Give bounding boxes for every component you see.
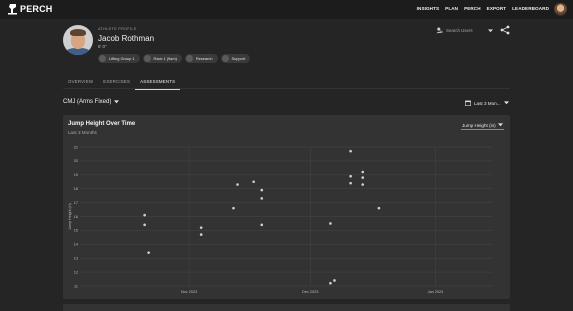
- data-point: [329, 222, 332, 225]
- jump-height-card: Jump Height Over Time Last 3 Months Jump…: [63, 115, 510, 299]
- date-range-select[interactable]: Last 3 Mon...: [465, 100, 509, 106]
- y-tick-label: 16: [74, 215, 78, 219]
- chip-lifting-group[interactable]: Lifting Group 1: [98, 54, 140, 63]
- data-point: [361, 176, 365, 179]
- athlete-name: Jacob Rothman: [98, 34, 155, 43]
- y-tick-label: 14: [74, 243, 78, 247]
- metric-select-value: CMJ (Arms Fixed): [63, 99, 112, 105]
- main-nav: INSIGHTS PLAN PERCH EXPORT LEADERBOARD: [417, 6, 549, 11]
- data-point: [260, 188, 264, 192]
- y-tick-label: 12: [74, 270, 78, 274]
- data-point: [361, 170, 365, 174]
- chip-label: Rack 1 (9am): [153, 56, 177, 61]
- data-point: [199, 233, 203, 236]
- x-tick-label: Nov 2023: [181, 290, 197, 294]
- brand-logo[interactable]: PERCH: [8, 3, 53, 15]
- nav-perch[interactable]: PERCH: [464, 6, 481, 11]
- data-point: [349, 181, 352, 185]
- data-point: [377, 206, 381, 210]
- data-point: [329, 281, 332, 285]
- data-point: [147, 251, 150, 254]
- profile-role-label: ATHLETE PROFILE: [98, 27, 137, 31]
- group-chips: Lifting Group 1 Rack 1 (9am) Research Su…: [98, 54, 251, 63]
- nav-leaderboard[interactable]: LEADERBOARD: [512, 6, 549, 11]
- next-card: [63, 304, 510, 311]
- chip-rack[interactable]: Rack 1 (9am): [142, 54, 182, 63]
- group-icon: [99, 55, 106, 62]
- scatter-chart: 11 12 13 14 15 16 17 18 19 20 21 Nov 2023 Dec 2023 Ja…: [68, 145, 492, 294]
- y-axis-label: Jump Height (in): [68, 203, 72, 229]
- data-point: [236, 183, 239, 186]
- tab-divider: [63, 88, 510, 89]
- search-users-select[interactable]: Search Users: [436, 25, 493, 36]
- nav-plan[interactable]: PLAN: [445, 6, 458, 11]
- data-point: [349, 149, 352, 153]
- y-tick-label: 21: [74, 145, 78, 149]
- data-point: [260, 197, 264, 200]
- y-tick-label: 18: [74, 187, 78, 191]
- athlete-avatar: [63, 25, 93, 55]
- y-tick-label: 11: [74, 284, 78, 288]
- x-tick-label: Jan 2024: [428, 290, 444, 294]
- chevron-down-icon: [488, 28, 493, 32]
- x-tick-label: Dec 2023: [302, 290, 318, 294]
- data-point: [143, 223, 146, 227]
- y-tick-label: 13: [74, 257, 78, 261]
- y-tick-label: 20: [74, 159, 78, 163]
- data-point: [361, 183, 365, 186]
- data-point: [333, 279, 336, 282]
- chip-label: Support: [231, 56, 246, 61]
- y-tick-label: 19: [74, 173, 78, 177]
- data-point: [252, 180, 255, 184]
- athlete-height: 6' 0": [98, 44, 107, 49]
- group-icon: [221, 55, 229, 62]
- data-point: [260, 223, 264, 227]
- data-point: [232, 206, 235, 210]
- y-tick-label: 15: [74, 229, 78, 233]
- chip-support[interactable]: Support: [220, 54, 251, 63]
- group-icon: [185, 55, 193, 62]
- calendar-icon: [465, 100, 471, 106]
- date-range-value: Last 3 Mon...: [474, 100, 501, 106]
- data-point: [349, 174, 352, 178]
- share-icon[interactable]: [500, 25, 510, 35]
- chip-label: Research: [195, 56, 213, 61]
- data-point: [199, 226, 203, 229]
- chevron-down-icon: [114, 100, 120, 104]
- data-point: [143, 213, 146, 217]
- perch-bird-icon: [8, 4, 17, 15]
- nav-insights[interactable]: INSIGHTS: [417, 6, 440, 11]
- y-tick-label: 17: [74, 201, 78, 205]
- chevron-down-icon: [503, 101, 509, 105]
- chip-label: Lifting Group 1: [109, 56, 135, 61]
- group-icon: [143, 55, 151, 62]
- search-placeholder: Search Users: [446, 28, 473, 33]
- metric-select[interactable]: CMJ (Arms Fixed): [63, 99, 120, 105]
- brand-name: PERCH: [20, 4, 53, 14]
- user-avatar[interactable]: [554, 3, 567, 16]
- chip-research[interactable]: Research: [184, 54, 218, 63]
- user-search-icon: [436, 27, 443, 34]
- top-navbar: PERCH INSIGHTS PLAN PERCH EXPORT LEADERB…: [0, 0, 573, 19]
- nav-export[interactable]: EXPORT: [487, 6, 507, 11]
